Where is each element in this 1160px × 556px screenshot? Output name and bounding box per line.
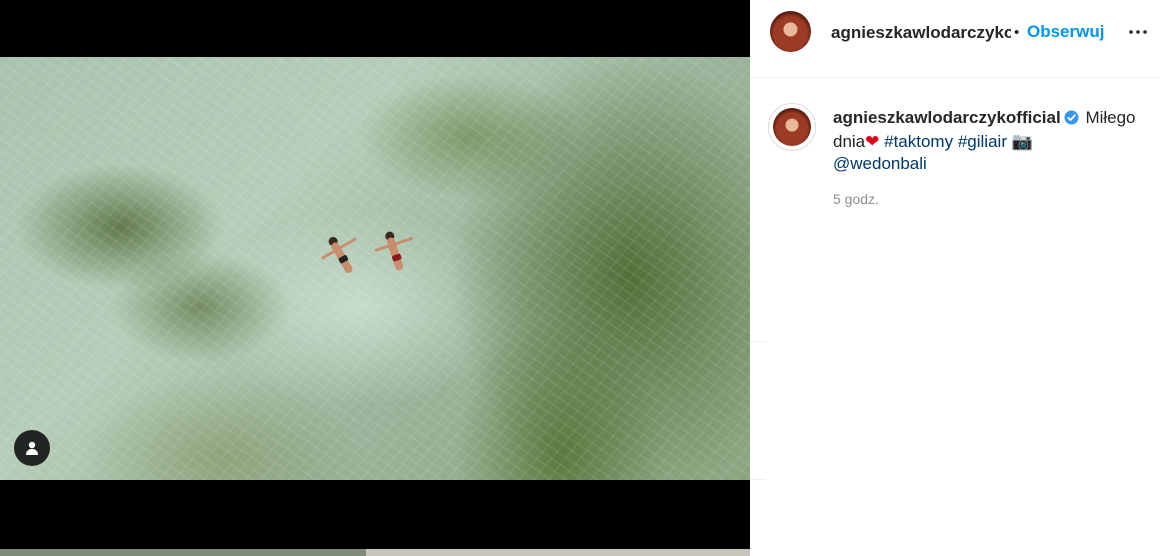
verified-badge-icon bbox=[1064, 109, 1079, 131]
user-tag-icon bbox=[26, 441, 38, 455]
divider bbox=[750, 479, 766, 480]
more-options-button[interactable] bbox=[1126, 20, 1150, 44]
user-tag-button[interactable] bbox=[14, 430, 50, 466]
next-post-preview[interactable] bbox=[0, 549, 750, 556]
header-username[interactable]: agnieszkawlodarczykofficial bbox=[831, 22, 1011, 44]
caption-username[interactable]: agnieszkawlodarczykofficial bbox=[833, 108, 1061, 127]
post-photo[interactable] bbox=[0, 57, 750, 480]
camera-emoji: 📷 bbox=[1011, 132, 1033, 151]
water-texture bbox=[0, 57, 750, 480]
post-media bbox=[0, 0, 750, 556]
post-timestamp[interactable]: 5 godz. bbox=[833, 191, 879, 207]
post-side-panel: agnieszkawlodarczykofficial • Obserwuj a… bbox=[750, 0, 1160, 556]
preview-thumb bbox=[0, 549, 366, 556]
preview-thumb bbox=[366, 549, 750, 556]
divider bbox=[750, 341, 766, 342]
separator-dot: • bbox=[1014, 24, 1020, 41]
follow-button[interactable]: Obserwuj bbox=[1027, 21, 1104, 43]
avatar[interactable] bbox=[770, 11, 811, 52]
more-options-icon bbox=[1129, 30, 1147, 34]
caption-text: agnieszkawlodarczykofficial Miłego dnia❤… bbox=[833, 107, 1153, 175]
post-header: agnieszkawlodarczykofficial • Obserwuj bbox=[750, 0, 1160, 78]
hashtag-link[interactable]: #giliair bbox=[958, 132, 1007, 151]
mention-link[interactable]: @wedonbali bbox=[833, 154, 927, 173]
hashtag-link[interactable]: #taktomy bbox=[884, 132, 953, 151]
avatar[interactable] bbox=[773, 108, 811, 146]
heart-emoji: ❤ bbox=[865, 132, 880, 151]
